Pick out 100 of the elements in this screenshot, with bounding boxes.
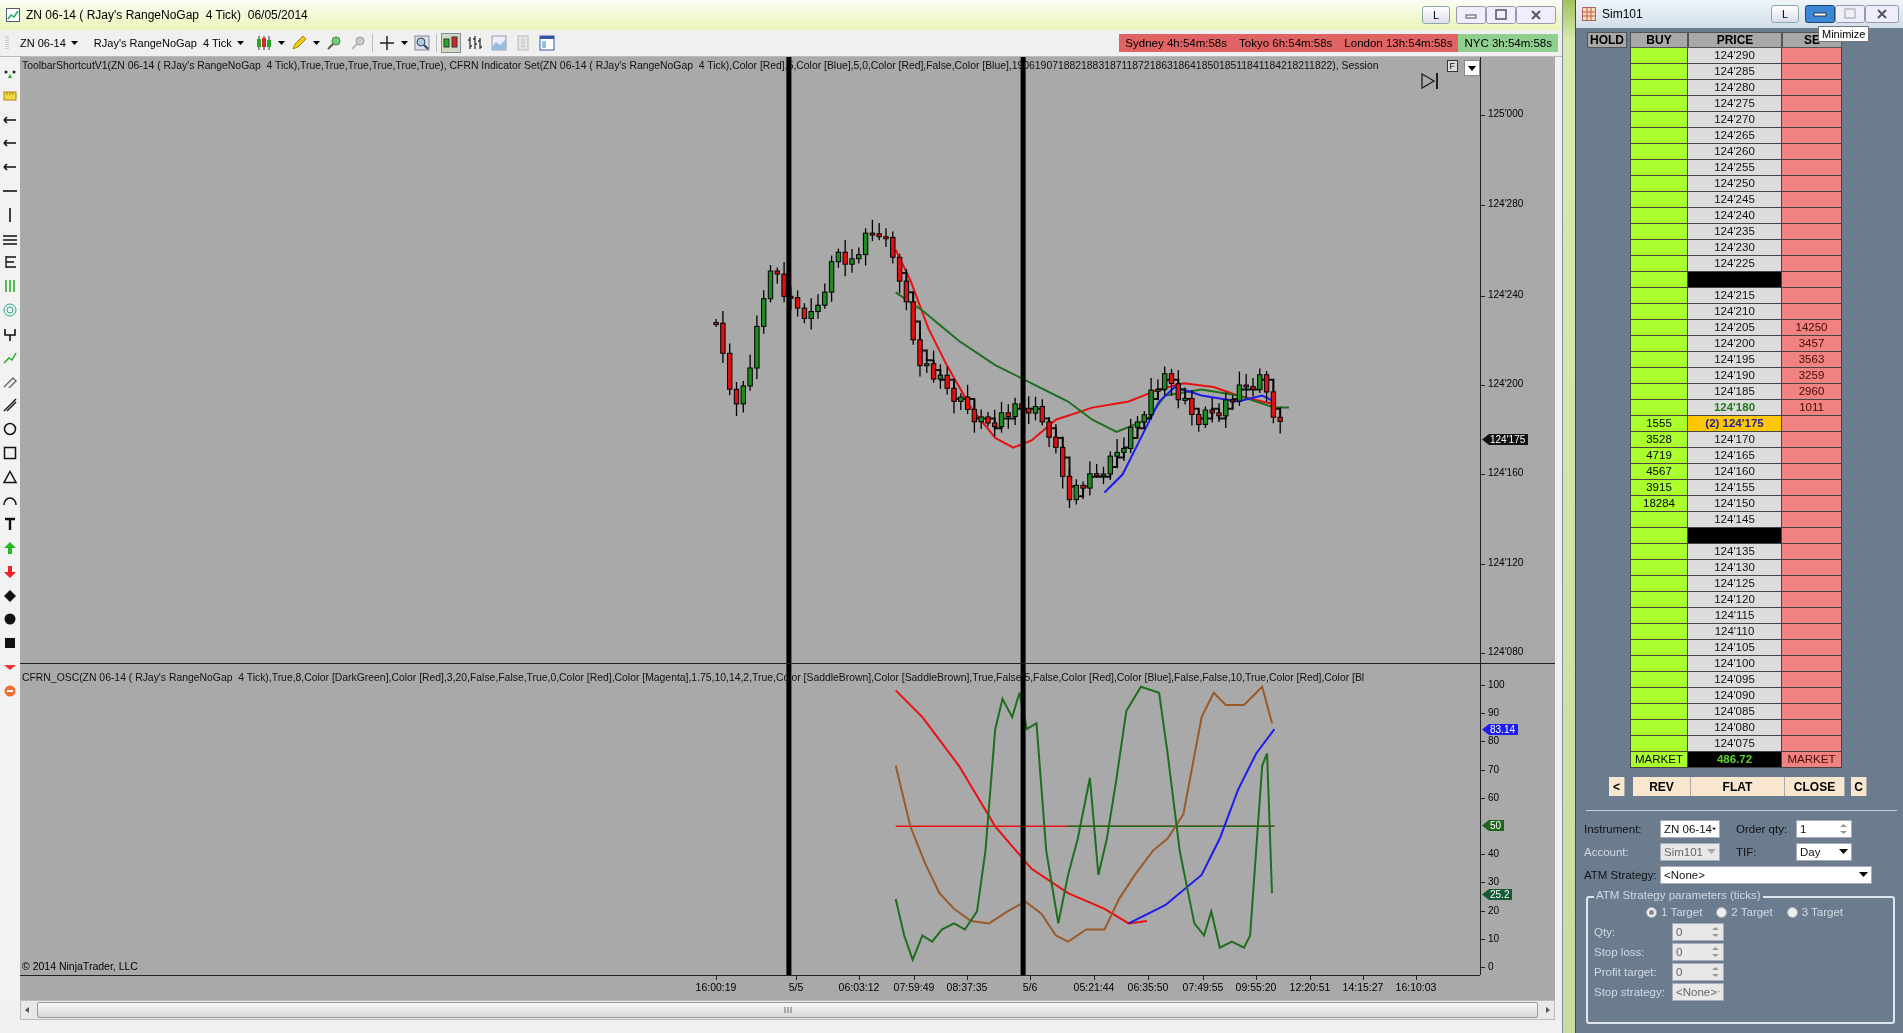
- sell-cell[interactable]: [1782, 208, 1842, 224]
- maximize-icon[interactable]: [1486, 6, 1516, 24]
- atm-strategy-dropdown[interactable]: <None>: [1660, 865, 1872, 884]
- candle-chart-icon[interactable]: [442, 35, 459, 51]
- sell-cell[interactable]: [1782, 192, 1842, 208]
- price-cell[interactable]: 124'085: [1688, 704, 1782, 720]
- price-cell[interactable]: 124'180: [1688, 400, 1782, 416]
- order-qty-field[interactable]: 1: [1796, 819, 1852, 838]
- action-button[interactable]: FLAT: [1691, 777, 1785, 796]
- sell-cell[interactable]: [1782, 672, 1842, 688]
- sell-cell[interactable]: [1782, 448, 1842, 464]
- target-icon[interactable]: [3, 302, 17, 317]
- buy-cell[interactable]: [1630, 544, 1688, 560]
- zoom-in-icon[interactable]: [325, 35, 342, 51]
- sell-cell[interactable]: [1782, 512, 1842, 528]
- buy-cell[interactable]: [1630, 160, 1688, 176]
- price-cell[interactable]: 124'150: [1688, 496, 1782, 512]
- price-cell[interactable]: 124'290: [1688, 48, 1782, 64]
- buy-cell[interactable]: 1555: [1630, 416, 1688, 432]
- bar-type-dropdown[interactable]: RJay's RangeNoGap 4 Tick: [87, 33, 250, 53]
- buy-cell[interactable]: [1630, 512, 1688, 528]
- price-cell[interactable]: 124'260: [1688, 144, 1782, 160]
- sell-cell[interactable]: [1782, 304, 1842, 320]
- sell-cell[interactable]: [1782, 656, 1842, 672]
- text-tool-icon[interactable]: [3, 517, 17, 532]
- price-cell[interactable]: 124'255: [1688, 160, 1782, 176]
- down-arrow-icon[interactable]: [3, 564, 17, 579]
- price-cell[interactable]: 124'275: [1688, 96, 1782, 112]
- buy-cell[interactable]: [1630, 720, 1688, 736]
- buy-cell[interactable]: [1630, 384, 1688, 400]
- sell-cell[interactable]: [1782, 496, 1842, 512]
- square-mark-icon[interactable]: [3, 636, 17, 651]
- market-sell-button[interactable]: MARKET: [1782, 752, 1842, 768]
- sell-cell[interactable]: 3457: [1782, 336, 1842, 352]
- buy-cell[interactable]: [1630, 368, 1688, 384]
- buy-cell[interactable]: [1630, 352, 1688, 368]
- buy-cell[interactable]: [1630, 704, 1688, 720]
- action-button[interactable]: CLOSE: [1785, 777, 1845, 796]
- price-cell[interactable]: (2) 124'175: [1688, 416, 1782, 432]
- buy-cell[interactable]: [1630, 560, 1688, 576]
- layout-button[interactable]: L: [1422, 6, 1450, 24]
- buy-cell[interactable]: [1630, 320, 1688, 336]
- sell-cell[interactable]: [1782, 48, 1842, 64]
- sell-cell[interactable]: [1782, 160, 1842, 176]
- price-cell[interactable]: 124'105: [1688, 640, 1782, 656]
- buy-cell[interactable]: [1630, 96, 1688, 112]
- price-cell[interactable]: 124'265: [1688, 128, 1782, 144]
- buy-cell[interactable]: [1630, 528, 1688, 544]
- price-cell[interactable]: 124'245: [1688, 192, 1782, 208]
- price-cell[interactable]: 124'165: [1688, 448, 1782, 464]
- sell-cell[interactable]: [1782, 288, 1842, 304]
- buy-cell[interactable]: 3528: [1630, 432, 1688, 448]
- sell-cell[interactable]: [1782, 592, 1842, 608]
- trend-icon[interactable]: [3, 350, 17, 365]
- action-button[interactable]: <: [1609, 777, 1625, 796]
- sell-cell[interactable]: [1782, 480, 1842, 496]
- sell-cell[interactable]: [1782, 272, 1842, 288]
- price-cell[interactable]: 124'095: [1688, 672, 1782, 688]
- buy-cell[interactable]: [1630, 656, 1688, 672]
- buy-cell[interactable]: 4567: [1630, 464, 1688, 480]
- price-cell[interactable]: 124'230: [1688, 240, 1782, 256]
- buy-cell[interactable]: 4719: [1630, 448, 1688, 464]
- diamond-icon[interactable]: [3, 588, 17, 603]
- sell-cell[interactable]: 14250: [1782, 320, 1842, 336]
- price-cell[interactable]: 124'170: [1688, 432, 1782, 448]
- triangle-icon[interactable]: [3, 469, 17, 484]
- buy-cell[interactable]: [1630, 128, 1688, 144]
- buy-cell[interactable]: [1630, 144, 1688, 160]
- candlestick-icon[interactable]: [255, 35, 272, 51]
- sell-cell[interactable]: [1782, 96, 1842, 112]
- pitchfork-icon[interactable]: [3, 326, 17, 341]
- buy-cell[interactable]: 3915: [1630, 480, 1688, 496]
- price-cell[interactable]: 124'075: [1688, 736, 1782, 752]
- buy-cell[interactable]: [1630, 224, 1688, 240]
- instrument-dropdown[interactable]: ZN 06-14: [14, 33, 84, 53]
- price-cell[interactable]: 124'115: [1688, 608, 1782, 624]
- price-cell[interactable]: 124'215: [1688, 288, 1782, 304]
- price-cell[interactable]: 124'240: [1688, 208, 1782, 224]
- dropdown-button[interactable]: [1464, 60, 1480, 76]
- price-cell[interactable]: 124'125: [1688, 576, 1782, 592]
- horizontal-scrollbar[interactable]: [20, 1000, 1555, 1020]
- price-cell[interactable]: 124'100: [1688, 656, 1782, 672]
- sell-cell[interactable]: [1782, 224, 1842, 240]
- instrument-dropdown[interactable]: ZN 06-14: [1660, 819, 1720, 838]
- price-cell[interactable]: 124'130: [1688, 560, 1782, 576]
- buy-cell[interactable]: [1630, 48, 1688, 64]
- buy-cell[interactable]: [1630, 288, 1688, 304]
- bar-chart-icon[interactable]: [466, 35, 483, 51]
- close-icon[interactable]: [1865, 5, 1899, 23]
- f-button[interactable]: F: [1446, 60, 1458, 72]
- buy-cell[interactable]: [1630, 64, 1688, 80]
- layout-button[interactable]: L: [1771, 5, 1799, 23]
- square-icon[interactable]: [3, 445, 17, 460]
- pencil-icon[interactable]: [290, 35, 307, 51]
- sell-cell[interactable]: [1782, 80, 1842, 96]
- price-cell[interactable]: 124'190: [1688, 368, 1782, 384]
- stop-icon[interactable]: [3, 683, 17, 698]
- sell-cell[interactable]: [1782, 704, 1842, 720]
- tif-dropdown[interactable]: Day: [1796, 842, 1852, 861]
- buy-cell[interactable]: [1630, 304, 1688, 320]
